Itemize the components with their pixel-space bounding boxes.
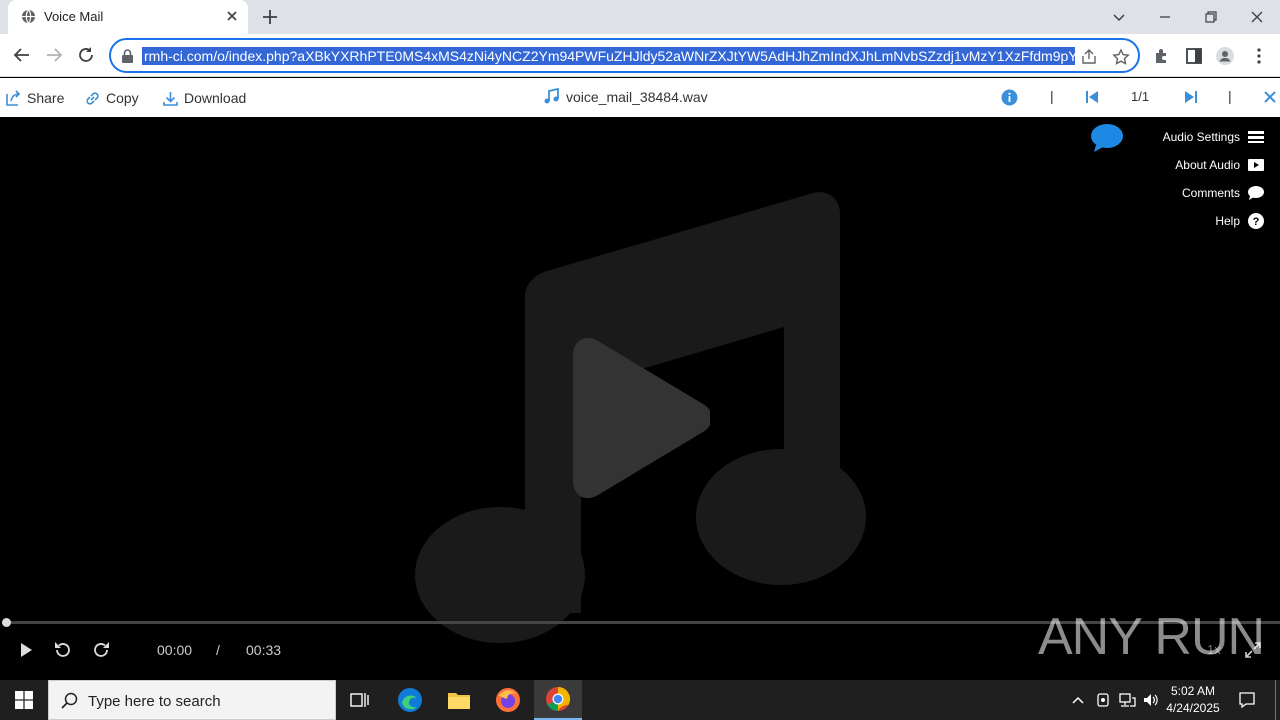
- close-window-icon[interactable]: [1246, 6, 1268, 28]
- side-panel-icon[interactable]: [1184, 46, 1204, 66]
- new-tab-icon[interactable]: [260, 7, 280, 27]
- time-separator: /: [216, 642, 220, 658]
- audio-settings-item[interactable]: Audio Settings: [1163, 123, 1264, 151]
- forward-icon[interactable]: [43, 44, 65, 66]
- side-menu: Audio Settings About Audio Comments Help…: [1163, 123, 1264, 235]
- help-icon: ?: [1248, 213, 1264, 229]
- close-viewer-icon[interactable]: [1263, 90, 1277, 104]
- download-icon: [163, 91, 178, 106]
- chat-bubble-icon[interactable]: [1090, 123, 1124, 153]
- globe-icon: [21, 9, 36, 24]
- download-button[interactable]: Download: [162, 88, 246, 108]
- chrome-app[interactable]: [534, 680, 582, 720]
- last-page-icon[interactable]: [1184, 90, 1197, 104]
- profile-avatar-icon[interactable]: [1215, 46, 1235, 66]
- page-indicator: 1/1: [1131, 89, 1150, 104]
- firefox-app[interactable]: [484, 680, 532, 720]
- current-time: 00:00: [157, 642, 193, 658]
- music-note-icon: [544, 88, 559, 104]
- share-label: Share: [27, 90, 65, 106]
- task-view-icon: [350, 693, 369, 707]
- info-icon[interactable]: [1001, 89, 1018, 106]
- duration: 00:33: [246, 642, 282, 658]
- volume-icon[interactable]: [1142, 692, 1160, 708]
- settings-icon: [1248, 131, 1264, 143]
- share-page-icon[interactable]: [1080, 48, 1098, 66]
- edge-app[interactable]: [386, 680, 434, 720]
- svg-text:?: ?: [1253, 216, 1260, 228]
- clock-date: 4/24/2025: [1166, 701, 1220, 715]
- link-icon: [86, 91, 99, 105]
- windows-taskbar: Type here to search 5:02 AM 4/24/2025: [0, 680, 1280, 720]
- anyrun-watermark: ANY RUN: [1038, 608, 1265, 666]
- back-icon[interactable]: [11, 44, 33, 66]
- close-tab-icon[interactable]: [224, 8, 240, 24]
- share-icon: [6, 89, 21, 106]
- about-audio-item[interactable]: About Audio: [1163, 151, 1264, 179]
- browser-tab-strip: Voice Mail: [0, 0, 1280, 34]
- lock-icon[interactable]: [121, 49, 134, 64]
- video-play-icon: [1248, 159, 1264, 171]
- comment-icon: [1248, 186, 1264, 200]
- task-view-button[interactable]: [336, 680, 384, 720]
- windows-logo-icon: [15, 691, 33, 709]
- start-button[interactable]: [0, 680, 48, 720]
- firefox-icon: [496, 688, 520, 712]
- file-name-label: voice_mail_38484.wav: [566, 88, 708, 105]
- play-overlay-icon[interactable]: [570, 337, 710, 499]
- chrome-icon: [546, 687, 571, 711]
- chevron-down-icon[interactable]: [1108, 6, 1130, 28]
- comments-label: Comments: [1181, 186, 1240, 200]
- help-label: Help: [1215, 214, 1240, 228]
- notification-icon[interactable]: [1238, 691, 1256, 709]
- reload-icon[interactable]: [75, 44, 97, 66]
- search-icon: [61, 692, 78, 709]
- copy-button[interactable]: Copy: [84, 88, 139, 108]
- viewer-app-bar: Share Copy Download voice_mail_38484.wav…: [0, 78, 1280, 117]
- copy-label: Copy: [106, 90, 139, 106]
- progress-handle[interactable]: [2, 618, 11, 627]
- device-icon[interactable]: [1095, 692, 1111, 708]
- restore-icon[interactable]: [1200, 6, 1222, 28]
- browser-tab[interactable]: Voice Mail: [8, 0, 248, 34]
- separator: |: [1228, 88, 1232, 104]
- url-text[interactable]: rmh-ci.com/o/index.php?aXBkYXRhPTE0MS4xM…: [142, 47, 1075, 65]
- download-label: Download: [184, 90, 247, 106]
- rewind-icon[interactable]: [52, 640, 72, 660]
- address-bar[interactable]: rmh-ci.com/o/index.php?aXBkYXRhPTE0MS4xM…: [109, 38, 1140, 73]
- minimize-icon[interactable]: [1154, 6, 1176, 28]
- file-name: voice_mail_38484.wav: [543, 88, 708, 105]
- taskbar-search[interactable]: Type here to search: [48, 680, 336, 720]
- help-item[interactable]: Help ?: [1163, 207, 1264, 235]
- network-icon[interactable]: [1118, 692, 1136, 708]
- clock-time: 5:02 AM: [1170, 684, 1216, 698]
- play-icon[interactable]: [16, 640, 36, 660]
- system-clock[interactable]: 5:02 AM 4/24/2025: [1160, 683, 1226, 717]
- comments-item[interactable]: Comments: [1163, 179, 1264, 207]
- bookmark-star-icon[interactable]: [1112, 48, 1130, 66]
- extensions-icon[interactable]: [1152, 46, 1172, 66]
- edge-icon: [398, 688, 422, 712]
- audio-player: Audio Settings About Audio Comments Help…: [0, 117, 1280, 680]
- separator: |: [1050, 88, 1054, 104]
- share-button[interactable]: Share: [5, 88, 64, 108]
- chevron-up-icon[interactable]: [1070, 693, 1086, 707]
- menu-kebab-icon[interactable]: [1249, 46, 1269, 66]
- browser-toolbar: rmh-ci.com/o/index.php?aXBkYXRhPTE0MS4xM…: [0, 34, 1280, 77]
- file-explorer-app[interactable]: [435, 680, 483, 720]
- forward-skip-icon[interactable]: [92, 640, 112, 660]
- about-audio-label: About Audio: [1175, 158, 1240, 172]
- search-placeholder: Type here to search: [88, 693, 221, 710]
- first-page-icon[interactable]: [1086, 90, 1099, 104]
- audio-settings-label: Audio Settings: [1162, 130, 1240, 144]
- show-desktop-divider[interactable]: [1275, 680, 1276, 720]
- tab-title: Voice Mail: [44, 9, 104, 24]
- folder-icon: [448, 693, 470, 709]
